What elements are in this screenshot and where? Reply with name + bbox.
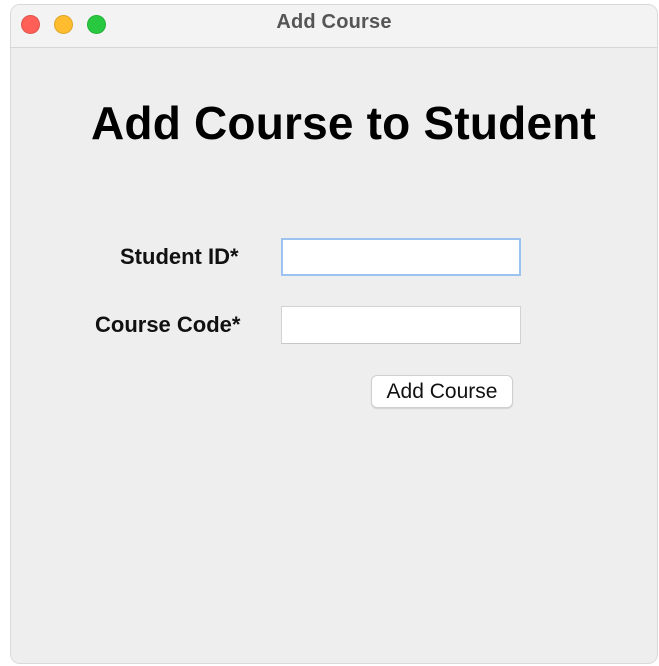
course-code-label: Course Code* — [95, 312, 241, 337]
add-course-window: Add Course Add Course to Student Student… — [10, 4, 658, 664]
course-code-input[interactable] — [281, 306, 521, 344]
window-titlebar: Add Course — [11, 5, 657, 48]
add-course-button[interactable]: Add Course — [371, 375, 513, 408]
page-title: Add Course to Student — [91, 97, 597, 149]
student-id-label: Student ID* — [120, 244, 239, 269]
student-id-input[interactable] — [281, 238, 521, 276]
add-course-form-panel: Add Course to Student Student ID* Course… — [11, 48, 657, 663]
window-title: Add Course — [276, 11, 392, 33]
